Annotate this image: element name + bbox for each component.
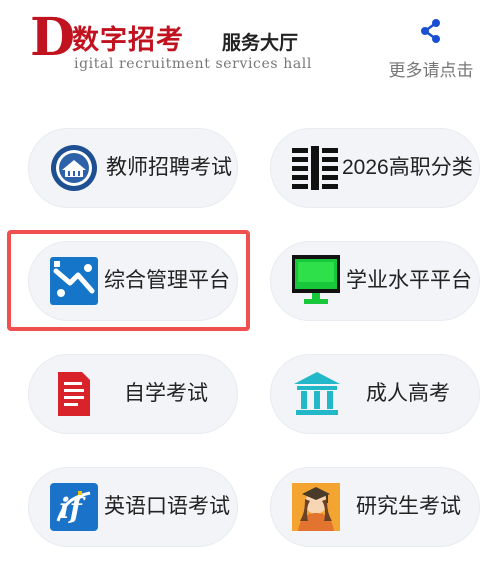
- logo-letter: D: [30, 7, 76, 68]
- book-icon: [292, 146, 338, 190]
- site-logo[interactable]: D 数字招考 服务大厅 igital recruitment services …: [30, 7, 320, 76]
- platform-icon: [50, 257, 98, 305]
- service-label: 教师招聘考试: [106, 156, 232, 179]
- seal-icon: [51, 145, 97, 191]
- service-adult-college-exam[interactable]: 成人高考: [270, 354, 480, 434]
- service-english-oral-exam[interactable]: if 英语口语考试: [28, 467, 238, 547]
- share-icon: [421, 19, 440, 43]
- service-label: 综合管理平台: [104, 269, 230, 292]
- service-label: 自学考试: [124, 382, 208, 405]
- document-icon: [58, 372, 90, 416]
- logo-side-title: 服务大厅: [222, 32, 299, 54]
- service-graduate-exam[interactable]: 研究生考试: [270, 467, 480, 547]
- service-label: 英语口语考试: [104, 495, 230, 518]
- service-label: 2026高职分类: [342, 156, 473, 179]
- service-vocational-classification[interactable]: 2026高职分类: [270, 128, 480, 208]
- monitor-icon: [292, 255, 340, 304]
- page: D 数字招考 服务大厅 igital recruitment services …: [0, 0, 501, 561]
- logo-subtitle: igital recruitment services hall: [74, 56, 312, 72]
- service-management-platform[interactable]: 综合管理平台: [28, 241, 238, 321]
- service-self-study-exam[interactable]: 自学考试: [28, 354, 238, 434]
- share-button[interactable]: 更多请点击: [376, 16, 486, 86]
- share-label: 更多请点击: [388, 61, 474, 80]
- service-academic-level-platform[interactable]: 学业水平平台: [270, 241, 480, 321]
- service-label: 成人高考: [366, 382, 450, 405]
- service-label: 研究生考试: [356, 495, 461, 518]
- building-icon: [294, 372, 340, 415]
- graduate-icon: [292, 483, 340, 531]
- logo-title: 数字招考: [72, 25, 184, 56]
- service-label: 学业水平平台: [346, 269, 472, 292]
- speech-icon: if: [50, 483, 98, 531]
- service-teacher-recruitment[interactable]: 教师招聘考试: [28, 128, 238, 208]
